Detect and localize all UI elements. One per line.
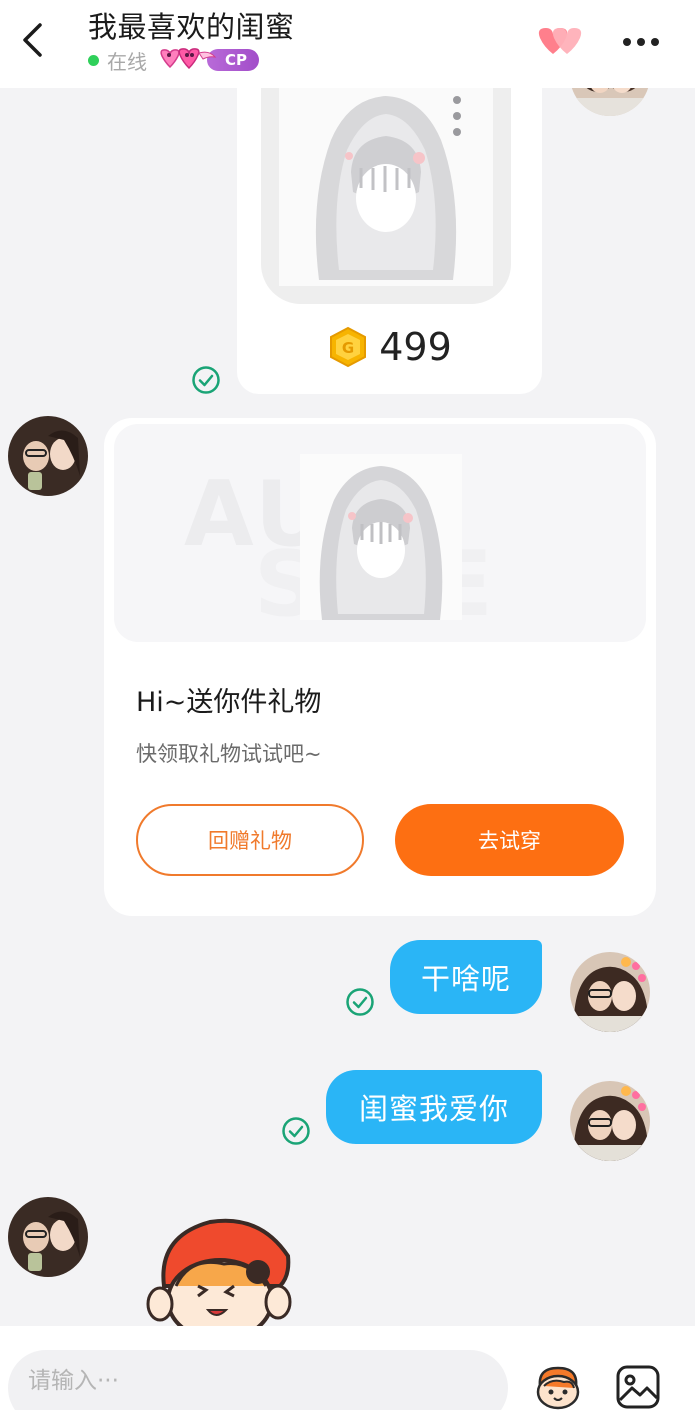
chevron-left-icon [23, 23, 42, 57]
my-avatar[interactable] [570, 1081, 650, 1161]
message-bubble[interactable]: 干啥呢 [390, 940, 542, 1014]
image-icon [616, 1365, 660, 1409]
gift-title: Hi~送你件礼物 [136, 687, 322, 718]
gift-image [300, 454, 462, 620]
product-card[interactable]: G 499 [237, 60, 542, 394]
hairstyle-image [315, 96, 461, 280]
avatar-photo [8, 1197, 88, 1277]
double-heart-icon [538, 28, 582, 54]
friend-avatar[interactable] [8, 416, 88, 496]
online-indicator [88, 54, 99, 66]
image-button[interactable] [615, 1364, 661, 1410]
sticker-button[interactable] [530, 1364, 586, 1410]
coin-icon: G [330, 326, 367, 368]
cp-badge[interactable]: CP [159, 48, 260, 72]
read-check-icon [346, 988, 374, 1016]
chat-title: 我最喜欢的闺蜜 [88, 10, 295, 44]
product-price: 499 [379, 325, 452, 369]
intimacy-heart-button[interactable] [534, 22, 586, 62]
friend-avatar[interactable] [8, 1197, 88, 1277]
gift-subtitle: 快领取礼物试试吧~ [136, 742, 322, 766]
hairstyle-image [319, 466, 443, 620]
cartoon-sticker-image [146, 1218, 292, 1326]
input-bar [0, 1326, 695, 1410]
my-avatar[interactable] [570, 952, 650, 1032]
back-button[interactable] [14, 18, 50, 62]
message-bubble[interactable]: 闺蜜我爱你 [326, 1070, 542, 1144]
product-image [279, 80, 493, 286]
price-row: G 499 [237, 322, 542, 372]
try-on-button[interactable]: 去试穿 [395, 804, 624, 876]
gift-card: AU S RE Hi~送你件礼物 快领取礼物试试吧~ 回赠礼物 去试穿 [104, 418, 656, 916]
message-input[interactable] [8, 1350, 508, 1410]
svg-text:G: G [342, 339, 354, 357]
avatar-photo [570, 952, 650, 1032]
product-image-frame [261, 70, 511, 304]
message-input-box[interactable] [8, 1350, 508, 1410]
read-check-icon [282, 1117, 310, 1145]
dot-icon [623, 38, 631, 46]
read-check-icon [192, 366, 220, 394]
mascot-emoji-icon [536, 1366, 580, 1410]
avatar-photo [8, 416, 88, 496]
more-options-button[interactable] [616, 22, 666, 62]
status-row: 在线 CP [88, 46, 260, 74]
sticker-message[interactable] [140, 1216, 300, 1326]
dot-icon [651, 38, 659, 46]
double-heart-icon [160, 48, 217, 70]
chat-header: 我最喜欢的闺蜜 在线 CP [0, 0, 695, 88]
avatar-photo [570, 1081, 650, 1161]
gift-banner: AU S RE [114, 424, 646, 642]
online-status: 在线 [107, 49, 147, 74]
dot-icon [637, 38, 645, 46]
return-gift-button[interactable]: 回赠礼物 [136, 804, 364, 876]
